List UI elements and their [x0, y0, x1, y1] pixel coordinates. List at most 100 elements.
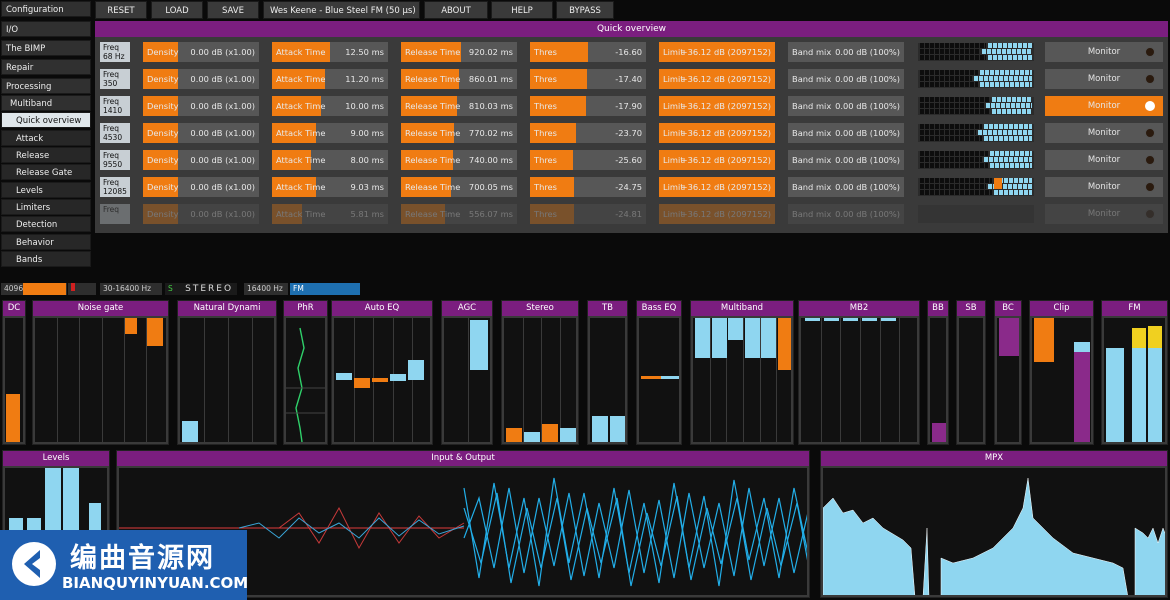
panel-auto-eq[interactable]: Auto EQ	[331, 300, 433, 445]
band-frequency-button[interactable]: Freq 1410	[100, 96, 130, 116]
panel-mb2[interactable]: MB2	[798, 300, 920, 445]
bandmix-slider[interactable]: Band mix 0.00 dB (100%)	[788, 123, 904, 143]
band-frequency-button[interactable]: Freq 350	[100, 69, 130, 89]
attack-slider[interactable]: Attack Time 9.00 ms	[272, 123, 388, 143]
thres-slider[interactable]: Thres -24.81	[530, 204, 646, 224]
bypass-button[interactable]: BYPASS	[556, 1, 614, 19]
release-slider[interactable]: Release Time 810.03 ms	[401, 96, 517, 116]
release-slider[interactable]: Release Time 740.00 ms	[401, 150, 517, 170]
band-frequency-button[interactable]: Freq 12085	[100, 177, 130, 197]
panel-phr[interactable]: PhR	[283, 300, 328, 445]
reset-button[interactable]: RESET	[95, 1, 147, 19]
monitor-button[interactable]: Monitor	[1045, 204, 1163, 224]
sidebar-item-limiters[interactable]: Limiters	[1, 199, 91, 215]
limit-slider[interactable]: Limit +36.12 dB (2097152)	[659, 42, 775, 62]
help-button[interactable]: HELP	[491, 1, 553, 19]
sidebar-item-multiband[interactable]: Multiband	[1, 95, 91, 111]
load-button[interactable]: LOAD	[151, 1, 203, 19]
density-slider[interactable]: Density 0.00 dB (x1.00)	[143, 123, 259, 143]
panel-clip[interactable]: Clip	[1029, 300, 1094, 445]
monitor-button[interactable]: Monitor	[1045, 96, 1163, 116]
sidebar-item-release[interactable]: Release	[1, 147, 91, 163]
release-slider[interactable]: Release Time 860.01 ms	[401, 69, 517, 89]
band-frequency-label: Freq	[103, 178, 120, 187]
panel-mpx[interactable]: MPX	[820, 450, 1168, 598]
bandmix-slider[interactable]: Band mix 0.00 dB (100%)	[788, 150, 904, 170]
band-frequency-button[interactable]: Freq 4530	[100, 123, 130, 143]
density-slider[interactable]: Density 0.00 dB (x1.00)	[143, 177, 259, 197]
bandmix-slider[interactable]: Band mix 0.00 dB (100%)	[788, 69, 904, 89]
about-button[interactable]: ABOUT	[424, 1, 488, 19]
density-slider[interactable]: Density 0.00 dB (x1.00)	[143, 69, 259, 89]
release-slider[interactable]: Release Time 920.02 ms	[401, 42, 517, 62]
panel-levels[interactable]: Levels	[2, 450, 110, 535]
attack-slider[interactable]: Attack Time 10.00 ms	[272, 96, 388, 116]
sidebar-item-io[interactable]: I/O	[1, 21, 91, 37]
panel-natural-dynamics[interactable]: Natural Dynami	[177, 300, 277, 445]
sidebar-item-release-gate[interactable]: Release Gate	[1, 164, 91, 180]
attack-slider[interactable]: Attack Time 9.03 ms	[272, 177, 388, 197]
sidebar-item-levels[interactable]: Levels	[1, 182, 91, 198]
density-slider[interactable]: Density 0.00 dB (x1.00)	[143, 204, 259, 224]
sidebar-item-configuration[interactable]: Configuration	[1, 1, 91, 17]
release-label: Release Time	[405, 74, 461, 84]
monitor-button[interactable]: Monitor	[1045, 42, 1163, 62]
attack-slider[interactable]: Attack Time 8.00 ms	[272, 150, 388, 170]
sidebar-item-bands[interactable]: Bands	[1, 251, 91, 267]
release-slider[interactable]: Release Time 700.05 ms	[401, 177, 517, 197]
panel-noise-gate[interactable]: Noise gate	[32, 300, 169, 445]
panel-display	[334, 318, 430, 442]
thres-slider[interactable]: Thres -24.75	[530, 177, 646, 197]
panel-agc[interactable]: AGC	[441, 300, 493, 445]
panel-sb[interactable]: SB	[956, 300, 986, 445]
save-button[interactable]: SAVE	[207, 1, 259, 19]
density-slider[interactable]: Density 0.00 dB (x1.00)	[143, 96, 259, 116]
limit-slider[interactable]: Limit +36.12 dB (2097152)	[659, 204, 775, 224]
preset-selector[interactable]: Wes Keene - Blue Steel FM (50 µs)	[263, 1, 420, 19]
band-frequency-button[interactable]: Freq 9550	[100, 150, 130, 170]
sidebar-item-behavior[interactable]: Behavior	[1, 234, 91, 250]
sidebar-item-repair[interactable]: Repair	[1, 59, 91, 75]
bandmix-slider[interactable]: Band mix 0.00 dB (100%)	[788, 204, 904, 224]
monitor-button[interactable]: Monitor	[1045, 150, 1163, 170]
band-frequency-button[interactable]: Freq 68 Hz	[100, 42, 130, 62]
bandmix-slider[interactable]: Band mix 0.00 dB (100%)	[788, 96, 904, 116]
limit-slider[interactable]: Limit +36.12 dB (2097152)	[659, 123, 775, 143]
grid-line	[57, 318, 59, 442]
thres-slider[interactable]: Thres -23.70	[530, 123, 646, 143]
panel-bc[interactable]: BC	[994, 300, 1022, 445]
monitor-button[interactable]: Monitor	[1045, 123, 1163, 143]
density-slider[interactable]: Density 0.00 dB (x1.00)	[143, 42, 259, 62]
band-frequency-button[interactable]: Freq	[100, 204, 130, 224]
sidebar-item-the-bimp[interactable]: The BIMP	[1, 40, 91, 56]
panel-bass-eq[interactable]: Bass EQ	[636, 300, 682, 445]
limit-slider[interactable]: Limit +36.12 dB (2097152)	[659, 96, 775, 116]
panel-fm[interactable]: FM	[1101, 300, 1168, 445]
panel-stereo[interactable]: Stereo	[501, 300, 579, 445]
panel-multiband[interactable]: Multiband	[690, 300, 794, 445]
panel-dc[interactable]: DC	[2, 300, 26, 445]
monitor-button[interactable]: Monitor	[1045, 69, 1163, 89]
sidebar-item-attack[interactable]: Attack	[1, 130, 91, 146]
sidebar-item-quick-overview[interactable]: Quick overview	[1, 112, 91, 128]
attack-slider[interactable]: Attack Time 12.50 ms	[272, 42, 388, 62]
panel-bb[interactable]: BB	[927, 300, 949, 445]
limit-slider[interactable]: Limit +36.12 dB (2097152)	[659, 177, 775, 197]
thres-slider[interactable]: Thres -17.40	[530, 69, 646, 89]
panel-tb[interactable]: TB	[587, 300, 628, 445]
thres-slider[interactable]: Thres -25.60	[530, 150, 646, 170]
release-slider[interactable]: Release Time 770.02 ms	[401, 123, 517, 143]
density-slider[interactable]: Density 0.00 dB (x1.00)	[143, 150, 259, 170]
bandmix-slider[interactable]: Band mix 0.00 dB (100%)	[788, 177, 904, 197]
sidebar-item-processing[interactable]: Processing	[1, 78, 91, 94]
sidebar-item-detection[interactable]: Detection	[1, 216, 91, 232]
bandmix-slider[interactable]: Band mix 0.00 dB (100%)	[788, 42, 904, 62]
attack-slider[interactable]: Attack Time 11.20 ms	[272, 69, 388, 89]
limit-slider[interactable]: Limit +36.12 dB (2097152)	[659, 69, 775, 89]
monitor-button[interactable]: Monitor	[1045, 177, 1163, 197]
release-slider[interactable]: Release Time 556.07 ms	[401, 204, 517, 224]
thres-slider[interactable]: Thres -17.90	[530, 96, 646, 116]
attack-slider[interactable]: Attack Time 5.81 ms	[272, 204, 388, 224]
thres-slider[interactable]: Thres -16.60	[530, 42, 646, 62]
limit-slider[interactable]: Limit +36.12 dB (2097152)	[659, 150, 775, 170]
